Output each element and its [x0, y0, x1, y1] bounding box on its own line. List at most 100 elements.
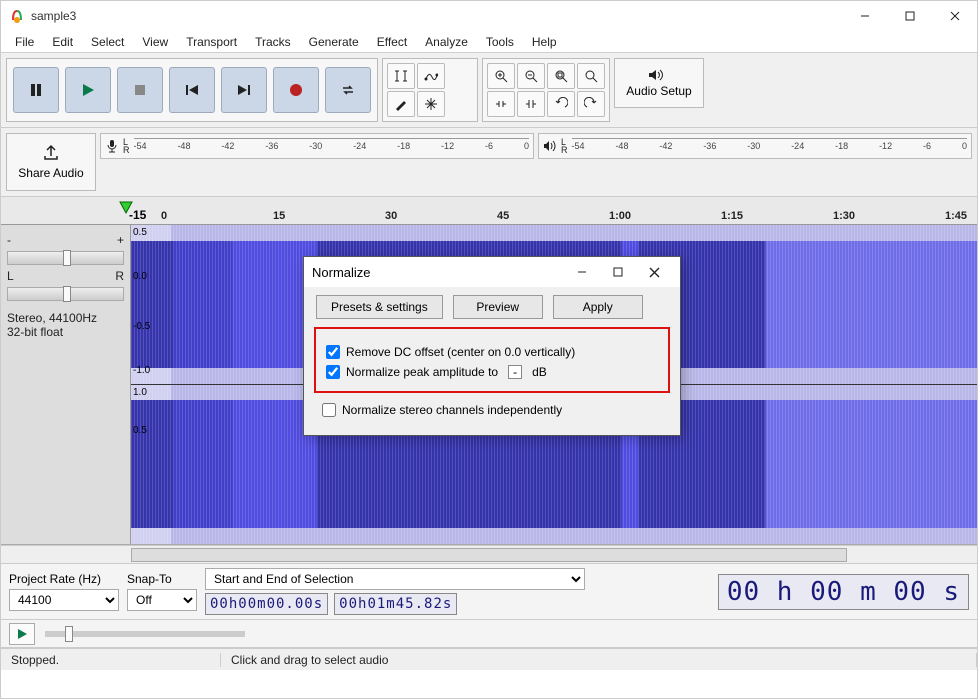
play-button[interactable]: [65, 67, 111, 113]
selection-format-select[interactable]: Start and End of Selection: [205, 568, 585, 590]
draw-tool[interactable]: [387, 91, 415, 117]
peak-amplitude-input[interactable]: [508, 365, 522, 379]
audio-setup-button[interactable]: Audio Setup: [614, 58, 704, 108]
remove-dc-offset-option[interactable]: Remove DC offset (center on 0.0 vertical…: [326, 345, 658, 359]
status-state: Stopped.: [1, 653, 221, 667]
menu-analyze[interactable]: Analyze: [417, 33, 476, 51]
speaker-icon: [648, 68, 670, 82]
share-audio-button[interactable]: Share Audio: [6, 133, 96, 191]
dialog-titlebar[interactable]: Normalize: [304, 257, 680, 287]
stereo-independent-option[interactable]: Normalize stereo channels independently: [322, 403, 662, 417]
multi-tool[interactable]: [417, 91, 445, 117]
gain-plus: +: [117, 233, 124, 247]
gain-slider[interactable]: [7, 251, 124, 265]
stereo-independent-label: Normalize stereo channels independently: [342, 403, 562, 417]
status-bar: Stopped. Click and drag to select audio: [1, 648, 977, 670]
maximize-button[interactable]: [887, 1, 932, 31]
share-audio-label: Share Audio: [18, 166, 83, 180]
track-info: Stereo, 44100Hz: [7, 311, 124, 325]
snap-to-label: Snap-To: [127, 572, 197, 586]
fit-selection-button[interactable]: [547, 63, 575, 89]
undo-button[interactable]: [547, 91, 575, 117]
playback-speed-slider[interactable]: [45, 631, 245, 637]
normalize-peak-label: Normalize peak amplitude to: [346, 365, 498, 379]
status-hint: Click and drag to select audio: [221, 653, 977, 667]
play-at-speed-button[interactable]: [9, 623, 35, 645]
dialog-maximize-button[interactable]: [600, 258, 636, 286]
stop-button[interactable]: [117, 67, 163, 113]
menu-generate[interactable]: Generate: [301, 33, 367, 51]
pan-r: R: [115, 269, 124, 283]
project-rate-select[interactable]: 44100: [9, 589, 119, 611]
project-rate-label: Project Rate (Hz): [9, 572, 119, 586]
dialog-close-button[interactable]: [636, 258, 672, 286]
menu-select[interactable]: Select: [83, 33, 132, 51]
dialog-title: Normalize: [312, 265, 564, 280]
normalize-peak-option[interactable]: Normalize peak amplitude to dB: [326, 365, 658, 379]
window-title: sample3: [31, 9, 842, 23]
share-icon: [42, 144, 60, 162]
track-format: 32-bit float: [7, 325, 124, 339]
menu-tools[interactable]: Tools: [478, 33, 522, 51]
menu-help[interactable]: Help: [524, 33, 565, 51]
minimize-button[interactable]: [842, 1, 887, 31]
pan-slider[interactable]: [7, 287, 124, 301]
loop-button[interactable]: [325, 67, 371, 113]
redo-button[interactable]: [577, 91, 605, 117]
silence-button[interactable]: [517, 91, 545, 117]
selection-end-time[interactable]: 00h01m45.82s: [334, 593, 457, 615]
snap-to-select[interactable]: Off: [127, 589, 197, 611]
menu-transport[interactable]: Transport: [178, 33, 245, 51]
play-at-speed-toolbar: [1, 620, 977, 648]
pause-button[interactable]: [13, 67, 59, 113]
app-logo-icon: [9, 8, 25, 24]
meter-lr-label: LR: [123, 138, 130, 154]
selection-toolbar: Project Rate (Hz) 44100 Snap-To Off Star…: [1, 563, 977, 620]
record-meter[interactable]: LR -54-48-42-36-30-24-18-12-60: [100, 133, 534, 159]
trim-button[interactable]: [487, 91, 515, 117]
preview-button[interactable]: Preview: [453, 295, 543, 319]
selection-tool[interactable]: [387, 63, 415, 89]
menu-effect[interactable]: Effect: [369, 33, 415, 51]
selection-start-time[interactable]: 00h00m00.00s: [205, 593, 328, 615]
dialog-highlighted-options: Remove DC offset (center on 0.0 vertical…: [314, 327, 670, 393]
fit-project-button[interactable]: [577, 63, 605, 89]
skip-end-button[interactable]: [221, 67, 267, 113]
apply-button[interactable]: Apply: [553, 295, 643, 319]
transport-toolbar: [6, 58, 378, 122]
timeline-start-label: -15: [129, 208, 146, 222]
menu-edit[interactable]: Edit: [44, 33, 81, 51]
record-button[interactable]: [273, 67, 319, 113]
meter-lr-label: LR: [561, 138, 568, 154]
db-label: dB: [532, 365, 547, 379]
horizontal-scrollbar[interactable]: [1, 545, 977, 563]
pan-l: L: [7, 269, 14, 283]
close-button[interactable]: [932, 1, 977, 31]
tools-toolbar: [382, 58, 478, 122]
track-control-panel[interactable]: -+ LR Stereo, 44100Hz 32-bit float: [1, 225, 131, 544]
remove-dc-checkbox[interactable]: [326, 345, 340, 359]
menubar: File Edit Select View Transport Tracks G…: [1, 31, 977, 53]
remove-dc-label: Remove DC offset (center on 0.0 vertical…: [346, 345, 575, 359]
menu-file[interactable]: File: [7, 33, 42, 51]
normalize-dialog: Normalize Presets & settings Preview App…: [303, 256, 681, 436]
skip-start-button[interactable]: [169, 67, 215, 113]
toolbar-top: Audio Setup: [1, 53, 977, 128]
zoom-out-button[interactable]: [517, 63, 545, 89]
menu-tracks[interactable]: Tracks: [247, 33, 299, 51]
normalize-peak-checkbox[interactable]: [326, 365, 340, 379]
dialog-minimize-button[interactable]: [564, 258, 600, 286]
zoom-in-button[interactable]: [487, 63, 515, 89]
titlebar: sample3: [1, 1, 977, 31]
presets-settings-button[interactable]: Presets & settings: [316, 295, 443, 319]
timeline-ruler[interactable]: -15 0 15 30 45 1:00 1:15 1:30 1:45: [1, 197, 977, 225]
envelope-tool[interactable]: [417, 63, 445, 89]
mic-icon: [105, 139, 119, 153]
record-meter-scale: -54-48-42-36-30-24-18-12-60: [134, 138, 530, 154]
playback-meter[interactable]: LR -54-48-42-36-30-24-18-12-60: [538, 133, 972, 159]
audio-position-time[interactable]: 00 h 00 m 00 s: [718, 574, 969, 610]
menu-view[interactable]: View: [134, 33, 176, 51]
audio-setup-label: Audio Setup: [626, 84, 691, 98]
zoom-toolbar: [482, 58, 610, 122]
stereo-independent-checkbox[interactable]: [322, 403, 336, 417]
